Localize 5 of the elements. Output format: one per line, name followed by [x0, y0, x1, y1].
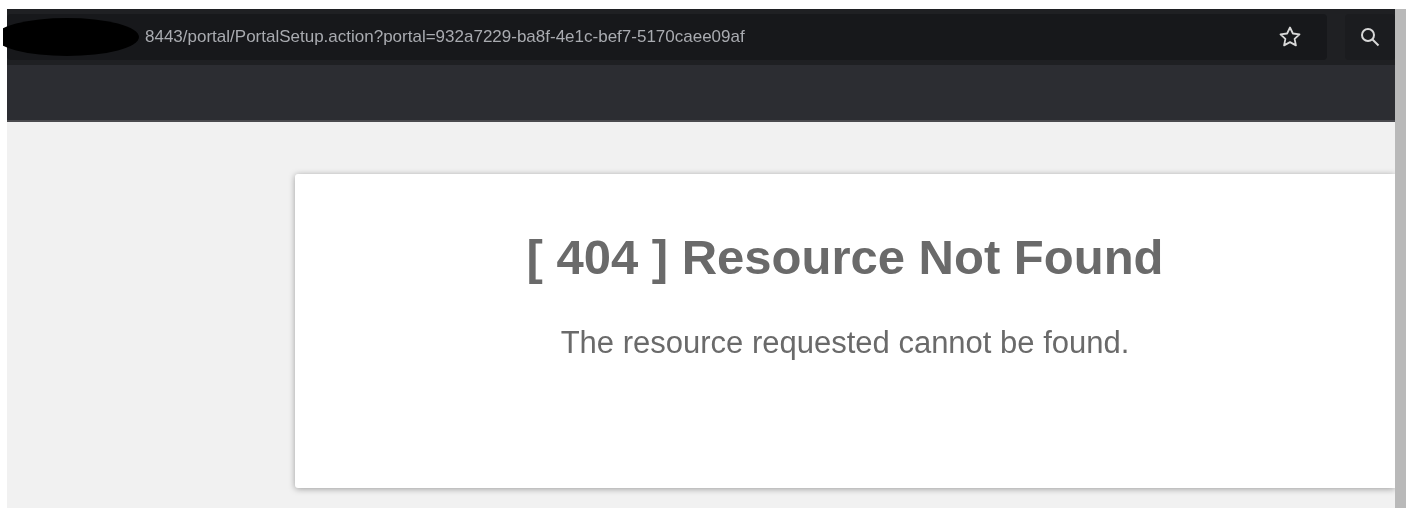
error-title: [ 404 ] Resource Not Found [526, 229, 1164, 285]
error-message: The resource requested cannot be found. [560, 325, 1130, 361]
url-text: 8443/portal/PortalSetup.action?portal=932a7229-ba8f-4e1c-bef7-5170caee09af [145, 27, 746, 47]
search-icon [1360, 27, 1380, 47]
search-button[interactable] [1345, 14, 1395, 60]
